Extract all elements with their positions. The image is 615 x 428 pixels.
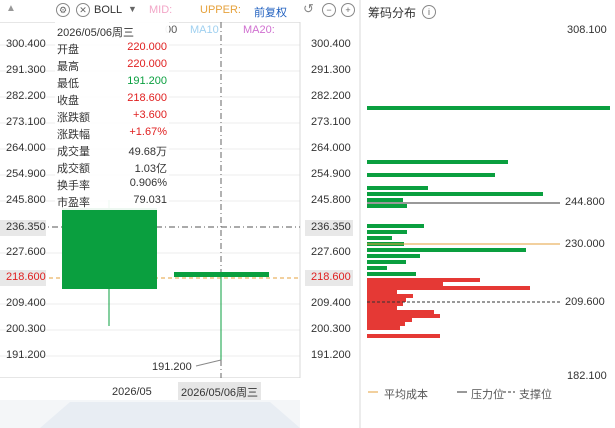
ohlc-label: 市盈率 bbox=[57, 197, 90, 209]
y-tick-left: 209.400 bbox=[6, 297, 46, 309]
y-tick-left: 245.800 bbox=[6, 194, 46, 206]
y-tick-right: 191.200 bbox=[311, 349, 351, 361]
chip-bars-red bbox=[367, 278, 530, 338]
y-tick-right: 236.350 bbox=[311, 221, 351, 233]
y-tick-right: 209.400 bbox=[311, 297, 351, 309]
ohlc-value: 191.200 bbox=[127, 75, 167, 87]
y-tick-left: 254.900 bbox=[6, 168, 46, 180]
ohlc-label: 开盘 bbox=[57, 44, 79, 56]
y-tick-right: 282.200 bbox=[311, 90, 351, 102]
ohlc-label: 成交额 bbox=[57, 163, 90, 175]
y-tick-left: 200.300 bbox=[6, 323, 46, 335]
y-tick-left: 291.300 bbox=[6, 64, 46, 76]
y-tick-right: 227.600 bbox=[311, 246, 351, 258]
ohlc-label: 换手率 bbox=[57, 180, 90, 192]
y-tick-right: 300.400 bbox=[311, 38, 351, 50]
ohlc-value: +1.67% bbox=[129, 126, 167, 138]
y-tick-right: 264.000 bbox=[311, 142, 351, 154]
y-tick-left: 273.100 bbox=[6, 116, 46, 128]
ohlc-value: 220.000 bbox=[127, 41, 167, 53]
ohlc-value: 79.031 bbox=[133, 194, 167, 206]
ohlc-label: 收盘 bbox=[57, 95, 79, 107]
support-value: 209.600 bbox=[565, 296, 605, 308]
y-tick-left: 236.350 bbox=[6, 221, 46, 233]
ohlc-value: 220.000 bbox=[127, 58, 167, 70]
ohlc-value: 218.600 bbox=[127, 92, 167, 104]
ohlc-label: 最低 bbox=[57, 78, 79, 90]
ohlc-value: 0.906% bbox=[129, 177, 167, 189]
ohlc-tooltip: 2026/05/06周三 开盘 220.000 最高 220.000 最低 191.2… bbox=[55, 22, 169, 210]
y-tick-right: 291.300 bbox=[311, 64, 351, 76]
ohlc-value: 49.68万 bbox=[128, 146, 167, 158]
y-tick-left: 227.600 bbox=[6, 246, 46, 258]
y-tick-left: 218.600 bbox=[6, 271, 46, 283]
y-tick-left: 191.200 bbox=[6, 349, 46, 361]
ohlc-date: 2026/05/06周三 bbox=[57, 27, 135, 39]
ohlc-value: +3.600 bbox=[133, 109, 167, 121]
chip-bars-green bbox=[367, 106, 610, 276]
y-tick-right: 273.100 bbox=[311, 116, 351, 128]
y-tick-left: 264.000 bbox=[6, 142, 46, 154]
y-tick-right: 245.800 bbox=[311, 194, 351, 206]
y-tick-left: 300.400 bbox=[6, 38, 46, 50]
ohlc-value: 1.03亿 bbox=[134, 163, 167, 175]
pressure-value: 244.800 bbox=[565, 196, 605, 208]
ohlc-label: 涨跌幅 bbox=[57, 129, 90, 141]
ohlc-label: 涨跌额 bbox=[57, 112, 90, 124]
y-tick-right: 200.300 bbox=[311, 323, 351, 335]
y-tick-right: 218.600 bbox=[311, 271, 351, 283]
avg-cost-value: 230.000 bbox=[565, 238, 605, 250]
low-price-label: 191.200 bbox=[152, 361, 192, 373]
y-tick-left: 282.200 bbox=[6, 90, 46, 102]
ohlc-label: 最高 bbox=[57, 61, 79, 73]
y-tick-right: 254.900 bbox=[311, 168, 351, 180]
ohlc-label: 成交量 bbox=[57, 146, 90, 158]
